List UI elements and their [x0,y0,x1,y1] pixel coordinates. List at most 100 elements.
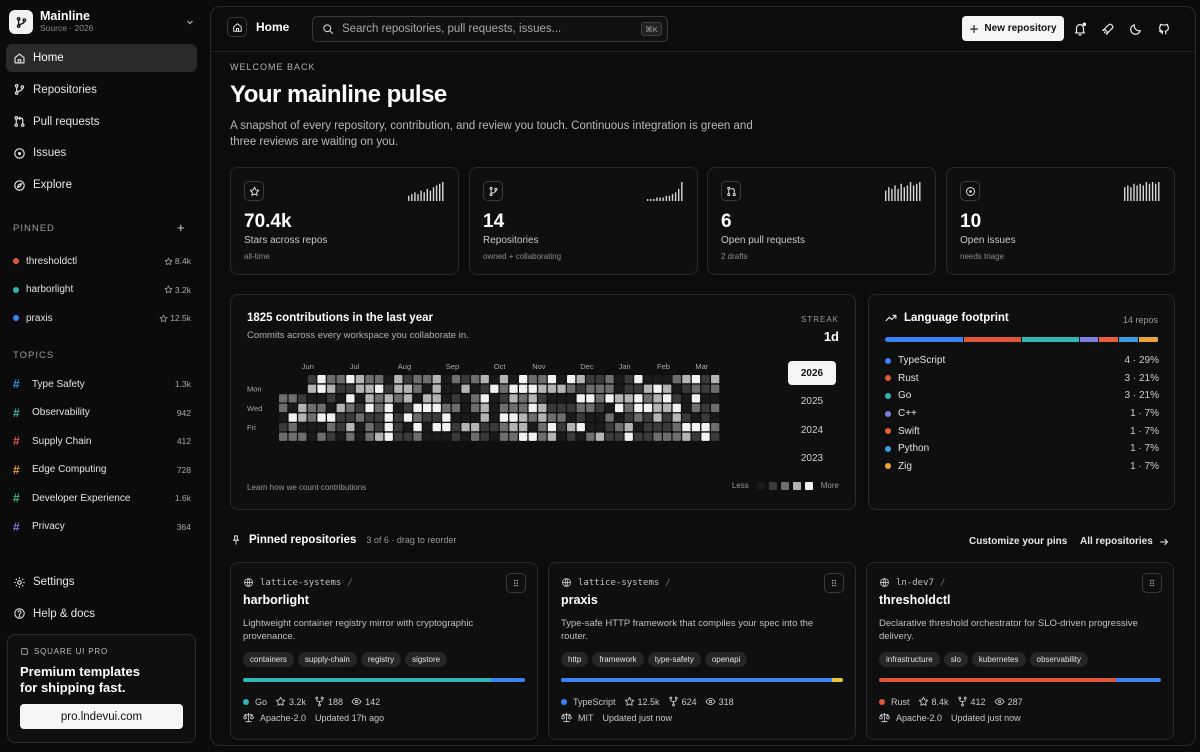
topic-developer-experience[interactable]: # Developer Experience 1.6k [13,484,191,513]
new-repository-button[interactable]: New repository [962,16,1064,41]
pinned-repos-subtitle: 3 of 6 · drag to reorder [366,535,457,545]
rocket-icon[interactable] [1101,22,1115,36]
repo-forks[interactable]: 412 [957,696,986,707]
pinned-item-stars: 12.5k [159,313,191,323]
nav-item-settings[interactable]: Settings [6,568,197,596]
repo-stars[interactable]: 8.4k [918,696,949,707]
year-2025[interactable]: 2025 [788,390,836,414]
topic-supply-chain[interactable]: # Supply Chain 412 [13,427,191,456]
language-row[interactable]: Rust 3 · 21% [885,370,1159,388]
language-row[interactable]: TypeScript 4 · 29% [885,352,1159,370]
heatmap-cell [653,413,662,422]
search-input[interactable] [342,23,641,35]
topic-count: 412 [176,436,191,447]
topic-observability[interactable]: # Observability 942 [13,399,191,428]
heatmap-cell [519,394,528,403]
repo-tag[interactable]: http [561,652,589,667]
repo-tag[interactable]: sigstore [405,652,448,667]
language-row[interactable]: C++ 1 · 7% [885,405,1159,423]
repo-tag[interactable]: kubernetes [971,652,1026,667]
repo-tag[interactable]: framework [592,652,644,667]
repo-stars[interactable]: 12.5k [624,696,660,707]
contributions-card: 1825 contributions in the last year Comm… [230,294,856,510]
repo-card-thresholdctl[interactable]: ln-dev7 / thresholdctl Declarative threshol… [866,562,1174,740]
heatmap-cell [432,423,441,432]
stat-card-stars[interactable]: 70.4k Stars across repos all-time [230,167,459,275]
heatmap-cell [336,384,345,393]
drag-handle[interactable] [824,573,844,593]
heatmap-cell [355,423,365,432]
repo-tag[interactable]: containers [243,652,294,667]
nav-item-repositories[interactable]: Repositories [6,76,197,104]
repo-watchers[interactable]: 142 [351,696,380,707]
heatmap-cell [471,413,480,422]
repo-tag[interactable]: registry [360,652,402,667]
repo-forks[interactable]: 624 [668,696,697,707]
heatmap-cell [567,375,576,384]
github-icon[interactable] [1157,22,1171,36]
breadcrumb[interactable]: Home [227,17,289,37]
language-name: TypeScript [898,355,946,367]
repo-tag[interactable]: openapi [704,652,748,667]
repo-watchers[interactable]: 318 [705,696,734,707]
repo-stars[interactable]: 3.2k [275,696,306,707]
stat-card-pull-requests[interactable]: 6 Open pull requests 2 drafts [707,167,936,275]
stat-card-repositories[interactable]: 14 Repositories owned + collaborating [469,167,698,275]
promo-link-button[interactable]: pro.lndevui.com [20,704,183,729]
learn-contributions-link[interactable]: Learn how we count contributions [247,483,366,492]
language-row[interactable]: Go 3 · 21% [885,387,1159,405]
year-2024[interactable]: 2024 [788,418,836,442]
sparkline-bar [1136,185,1138,201]
heatmap-cell [442,394,451,403]
workspace-switcher[interactable]: Mainline Source · 2026 [9,9,195,35]
search-box[interactable]: ⌘K [312,16,668,42]
language-title-text: Language footprint [904,312,1009,324]
pinned-repos-title-text: Pinned repositories [249,534,357,546]
repo-tag[interactable]: type-safety [647,652,701,667]
repo-tag[interactable]: infrastructure [879,652,940,667]
add-pin-button[interactable]: + [177,221,185,234]
repo-tag[interactable]: slo [943,652,968,667]
heatmap-cell [663,375,672,384]
topic-edge-computing[interactable]: # Edge Computing 728 [13,456,191,485]
heatmap-cell [672,375,681,384]
drag-handle[interactable] [1142,573,1162,593]
all-repositories-link[interactable]: All repositories [1080,536,1169,547]
pinned-item-thresholdctl[interactable]: thresholdctl 8.4k [13,247,191,276]
nav-label: Help & docs [33,607,96,620]
language-row[interactable]: Zig 1 · 7% [885,458,1159,476]
nav-item-issues[interactable]: Issues [6,139,197,167]
bell-icon[interactable] [1073,22,1087,36]
pinned-item-praxis[interactable]: praxis 12.5k [13,304,191,333]
star-icon [159,314,168,322]
language-row[interactable]: Python 1 · 7% [885,440,1159,458]
heatmap-cell [288,394,297,403]
year-2023[interactable]: 2023 [788,447,836,471]
heatmap-cell [355,394,365,403]
pinned-item-harborlight[interactable]: harborlight 3.2k [13,276,191,305]
heatmap-cell [346,403,355,413]
topic-privacy[interactable]: # Privacy 364 [13,513,191,542]
moon-icon[interactable] [1129,22,1143,36]
language-row[interactable]: Swift 1 · 7% [885,422,1159,440]
drag-handle[interactable] [506,573,526,593]
customize-pins-link[interactable]: Customize your pins [969,536,1067,547]
heatmap-cell [461,413,470,422]
nav-item-home[interactable]: Home [6,44,197,72]
nav-item-help[interactable]: Help & docs [6,600,197,628]
nav-item-explore[interactable]: Explore [6,171,197,199]
heatmap-cell [557,432,566,441]
repo-watchers[interactable]: 287 [994,696,1023,707]
repo-tag[interactable]: supply-chain [297,652,357,667]
repo-forks[interactable]: 188 [314,696,343,707]
year-2026[interactable]: 2026 [788,361,836,385]
repo-card-praxis[interactable]: lattice-systems / praxis Type-safe HTTP fra… [548,562,856,740]
topic-type-safety[interactable]: # Type Safety 1.3k [13,370,191,399]
heatmap-cell [346,394,355,403]
repo-language-name: Go [255,696,268,707]
stat-card-issues[interactable]: 10 Open issues needs triage [946,167,1175,275]
chevron-down-icon [187,20,193,25]
nav-item-pull-requests[interactable]: Pull requests [6,108,197,136]
repo-tag[interactable]: observability [1029,652,1088,667]
repo-card-harborlight[interactable]: lattice-systems / harborlight Lightweight c… [230,562,538,740]
